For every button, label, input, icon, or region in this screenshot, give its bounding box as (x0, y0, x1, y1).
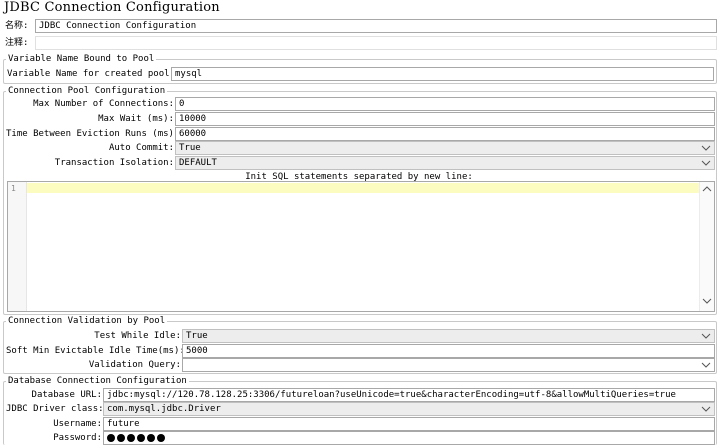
jdbc-driver-select[interactable]: com.mysql.jdbc.Driver (103, 402, 715, 416)
eviction-runs-label: Time Between Eviction Runs (ms): (6, 129, 180, 139)
chevron-down-icon (701, 359, 711, 371)
password-dot (117, 433, 125, 442)
transaction-isolation-select[interactable]: DEFAULT (175, 156, 715, 170)
window-title: JDBC Connection Configuration (4, 0, 220, 15)
password-label: Password: (53, 433, 102, 443)
password-dot (147, 433, 155, 442)
transaction-isolation-value: DEFAULT (179, 158, 217, 168)
eviction-runs-field[interactable]: 60000 (175, 127, 715, 141)
chevron-down-icon (701, 142, 711, 154)
editor-scrollbar[interactable] (699, 182, 714, 311)
database-url-label: Database URL: (31, 390, 102, 400)
soft-min-idle-label: Soft Min Evictable Idle Time(ms): (6, 346, 185, 356)
comment-field[interactable] (35, 36, 717, 50)
username-label: Username: (53, 419, 102, 429)
connection-pool-legend: Connection Pool Configuration (6, 86, 168, 97)
max-connections-field[interactable]: 0 (175, 97, 715, 111)
soft-min-idle-field[interactable]: 5000 (182, 344, 715, 358)
transaction-isolation-label: Transaction Isolation: (54, 158, 174, 168)
variable-name-label: Variable Name for created pool: (7, 69, 175, 79)
auto-commit-value: True (179, 143, 201, 153)
test-while-idle-label: Test While Idle: (94, 331, 181, 341)
test-while-idle-value: True (186, 331, 208, 341)
username-field[interactable]: future (103, 417, 715, 431)
auto-commit-select[interactable]: True (175, 141, 715, 155)
name-label: 名称: (5, 21, 29, 31)
password-dot (137, 433, 145, 442)
password-mask (107, 433, 167, 443)
chevron-down-icon (701, 330, 711, 342)
auto-commit-label: Auto Commit: (108, 143, 174, 153)
password-dot (107, 433, 115, 442)
max-wait-label: Max Wait (ms): (98, 114, 174, 124)
variable-name-field[interactable]: mysql (171, 67, 714, 81)
line-number: 1 (11, 184, 16, 193)
password-field[interactable] (103, 431, 715, 445)
chevron-down-icon (701, 403, 711, 415)
password-dot (127, 433, 135, 442)
connection-validation-legend: Connection Validation by Pool (6, 316, 168, 327)
password-dot (157, 433, 165, 442)
chevron-down-icon[interactable] (702, 296, 712, 309)
jdbc-driver-label: JDBC Driver class: (6, 404, 104, 414)
line-number-gutter: 1 (8, 182, 27, 311)
variable-name-legend: Variable Name Bound to Pool (6, 54, 157, 65)
database-url-field[interactable]: jdbc:mysql://120.78.128.25:3306/futurelo… (103, 388, 715, 402)
max-connections-label: Max Number of Connections: (33, 99, 174, 109)
test-while-idle-select[interactable]: True (182, 329, 715, 343)
init-sql-editor[interactable]: 1 (7, 181, 715, 312)
chevron-down-icon (701, 157, 711, 169)
max-wait-field[interactable]: 10000 (175, 112, 715, 126)
validation-query-select[interactable] (182, 358, 715, 372)
comment-label: 注释: (5, 38, 29, 48)
current-line-highlight (27, 183, 699, 193)
name-field[interactable]: JDBC Connection Configuration (35, 19, 717, 33)
jdbc-driver-value: com.mysql.jdbc.Driver (107, 404, 221, 414)
validation-query-label: Validation Query: (88, 360, 181, 370)
database-connection-legend: Database Connection Configuration (6, 376, 189, 387)
chevron-up-icon[interactable] (702, 184, 712, 197)
